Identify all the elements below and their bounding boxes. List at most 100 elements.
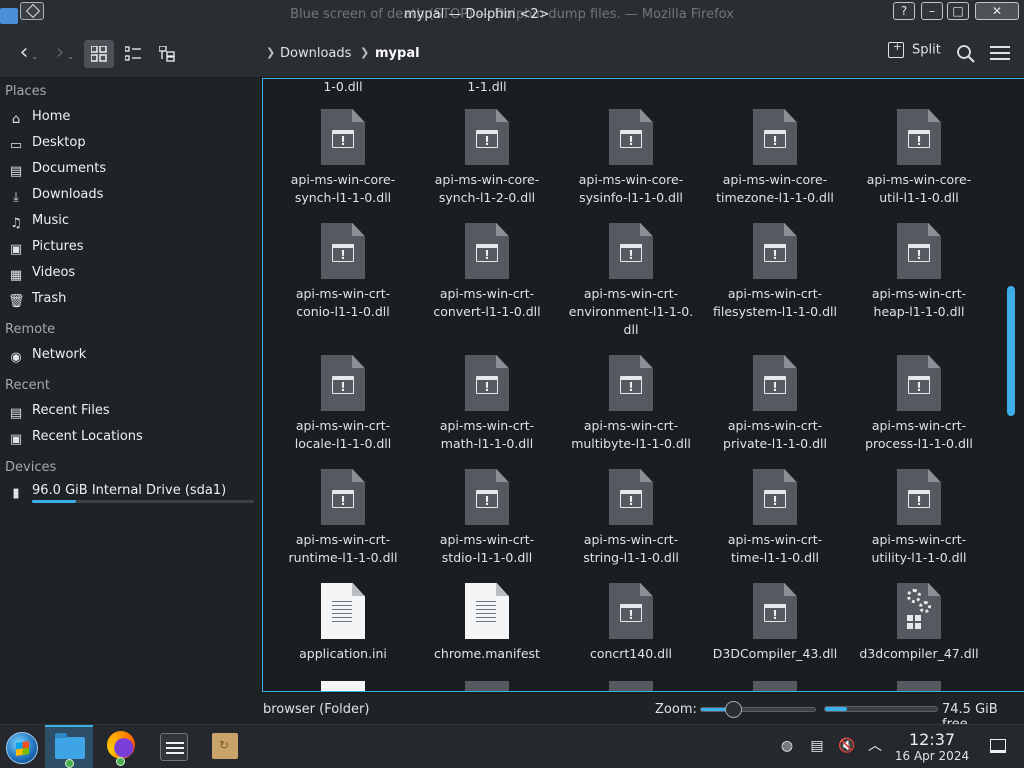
task-firefox[interactable] (98, 725, 146, 768)
show-desktop-icon[interactable] (990, 739, 1006, 753)
file-item[interactable]: api-ms-win-crt-convert-l1-1-0.dll (417, 223, 557, 321)
remote-heading: Remote (5, 322, 56, 337)
clipboard-icon[interactable]: ▤ (808, 737, 826, 755)
help-button[interactable]: ? (893, 2, 915, 20)
file-item[interactable]: api-ms-win-crt-runtime-l1-1-0.dll (273, 469, 413, 567)
desktop: Blue screen of death (STOP) — Dolphin du… (0, 0, 1024, 768)
task-discover[interactable] (200, 725, 248, 768)
file-name: time-l1-1-0.dll (731, 550, 819, 565)
file-item-partial[interactable]: 1-0.dll (273, 79, 413, 96)
sidebar-item-label: Desktop (32, 135, 86, 150)
maximize-button[interactable]: □ (947, 2, 969, 20)
file-name: api-ms-win-core- (434, 172, 540, 187)
task-dolphin[interactable] (45, 725, 93, 768)
file-item[interactable]: api-ms-win-crt-stdio-l1-1-0.dll (417, 469, 557, 567)
file-icon-partial[interactable] (897, 681, 941, 691)
split-button[interactable]: Split (888, 40, 941, 66)
file-name: timezone-l1-1-0.dll (716, 190, 834, 205)
sidebar-item-label: Network (32, 347, 87, 362)
file-item[interactable]: api-ms-win-crt-math-l1-1-0.dll (417, 355, 557, 453)
sidebar-item-label: Documents (32, 161, 107, 176)
sidebar-item-recent-files[interactable]: ▤ Recent Files (8, 403, 110, 425)
file-icon-partial[interactable] (465, 681, 509, 691)
file-item[interactable]: application.ini (273, 583, 413, 663)
volume-muted-icon[interactable]: 🔇 (838, 737, 856, 755)
clock-date[interactable]: 16 Apr 2024 (892, 749, 972, 763)
dll-file-icon (753, 469, 797, 525)
folder-icon (55, 733, 85, 759)
zoom-slider[interactable] (700, 701, 816, 718)
file-item[interactable]: api-ms-win-crt-private-l1-1-0.dll (705, 355, 845, 453)
sidebar-item-desktop[interactable]: ▭ Desktop (8, 135, 86, 157)
file-item[interactable]: chrome.manifest (417, 583, 557, 663)
file-item[interactable]: api-ms-win-crt-utility-l1-1-0.dll (849, 469, 989, 567)
drive-icon: ▮ (12, 486, 20, 501)
application-launcher[interactable] (0, 725, 48, 768)
file-name: multibyte-l1-1-0.dll (571, 436, 691, 451)
file-item[interactable]: api-ms-win-core-timezone-l1-1-0.dll (705, 109, 845, 207)
details-view-button[interactable] (152, 40, 182, 68)
sidebar-item-network[interactable]: ◉ Network (8, 347, 86, 369)
back-button[interactable]: ‹ ⌄ (8, 40, 40, 68)
zoom-slider-handle[interactable] (724, 701, 742, 718)
file-item[interactable]: api-ms-win-crt-environment-l1-1-0. dll (561, 223, 701, 339)
file-item[interactable]: api-ms-win-crt-heap-l1-1-0.dll (849, 223, 989, 321)
file-item[interactable]: concrt140.dll (561, 583, 701, 663)
forward-button[interactable]: › ⌄ (44, 40, 76, 68)
search-icon[interactable] (956, 44, 976, 64)
breadcrumb-downloads[interactable]: Downloads (280, 46, 351, 61)
icons-view-button[interactable] (84, 40, 114, 68)
file-item[interactable]: api-ms-win-core-synch-l1-1-0.dll (273, 109, 413, 207)
file-icon-partial[interactable] (609, 681, 653, 691)
music-icon: ♫ (10, 216, 22, 231)
chevron-up-icon[interactable]: ︿ (866, 737, 884, 755)
file-item[interactable]: api-ms-win-core-util-l1-1-0.dll (849, 109, 989, 207)
file-icon-partial[interactable] (753, 681, 797, 691)
file-item-partial[interactable]: 1-1.dll (417, 79, 557, 96)
dll-file-icon (753, 109, 797, 165)
hamburger-menu-icon[interactable] (990, 46, 1010, 62)
close-button[interactable]: ✕ (975, 2, 1019, 20)
file-item[interactable]: D3DCompiler_43.dll (705, 583, 845, 663)
file-icon-partial[interactable] (321, 681, 365, 691)
file-name: application.ini (299, 646, 387, 661)
minimize-button[interactable]: – (921, 2, 943, 20)
file-name: api-ms-win-crt- (295, 418, 391, 433)
compact-view-button[interactable] (118, 40, 148, 68)
sidebar-item-trash[interactable]: 🗑 Trash (8, 291, 66, 313)
breadcrumb-mypal[interactable]: mypal (375, 46, 420, 61)
sidebar-item-home[interactable]: ⌂ Home (8, 109, 71, 131)
file-item[interactable]: api-ms-win-crt-process-l1-1-0.dll (849, 355, 989, 453)
scrollbar-thumb[interactable] (1007, 286, 1015, 416)
network-icon: ◉ (10, 350, 22, 365)
sidebar-item-downloads[interactable]: ⤓ Downloads (8, 187, 103, 209)
file-item[interactable]: api-ms-win-crt-multibyte-l1-1-0.dll (561, 355, 701, 453)
dll-file-icon (321, 355, 365, 411)
status-bar: browser (Folder) Zoom: 74.5 GiB free (0, 694, 1024, 732)
task-system-settings[interactable] (150, 725, 198, 768)
file-name: api-ms-win-crt- (727, 418, 823, 433)
home-icon: ⌂ (11, 112, 21, 127)
file-item[interactable]: api-ms-win-crt-string-l1-1-0.dll (561, 469, 701, 567)
file-item[interactable]: api-ms-win-crt-time-l1-1-0.dll (705, 469, 845, 567)
file-name: conio-l1-1-0.dll (296, 304, 390, 319)
file-name: math-l1-1-0.dll (440, 436, 534, 451)
file-item[interactable]: api-ms-win-crt-conio-l1-1-0.dll (273, 223, 413, 321)
file-item[interactable]: api-ms-win-core-synch-l1-2-0.dll (417, 109, 557, 207)
sidebar-item-pictures[interactable]: ▣ Pictures (8, 239, 84, 261)
network-tray-icon[interactable]: ◍ (778, 737, 796, 755)
file-view[interactable]: 1-0.dll 1-1.dll api-ms-win-core-synch-l1-1… (262, 78, 1024, 692)
file-item[interactable]: api-ms-win-crt-filesystem-l1-1-0.dll (705, 223, 845, 321)
clock-time[interactable]: 12:37 (904, 730, 960, 749)
file-item[interactable]: d3dcompiler_47.dll (849, 583, 989, 663)
dll-file-icon (609, 109, 653, 165)
file-item[interactable]: api-ms-win-core-sysinfo-l1-1-0.dll (561, 109, 701, 207)
start-menu-icon (6, 732, 38, 764)
sidebar-item-videos[interactable]: ▦ Videos (8, 265, 75, 287)
file-item[interactable]: api-ms-win-crt-locale-l1-1-0.dll (273, 355, 413, 453)
toolbar: ‹⌄ ›⌄ ❯ Downloads ❯ mypal Split (0, 30, 1024, 78)
zoom-label: Zoom: (655, 702, 697, 717)
sidebar-item-recent-locations[interactable]: ▣ Recent Locations (8, 429, 143, 451)
sidebar-item-music[interactable]: ♫ Music (8, 213, 69, 235)
sidebar-item-documents[interactable]: ▤ Documents (8, 161, 106, 183)
